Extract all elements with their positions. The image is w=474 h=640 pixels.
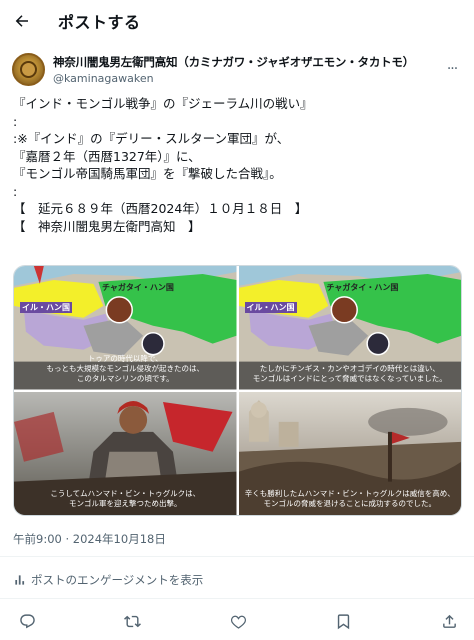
tweet-line: : [13,183,18,199]
more-button[interactable]: ··· [442,61,462,77]
tweet-line: 『インド・モンゴル戦争』の『ジェーラム川の戦い』 [13,96,313,111]
media-grid: チャガタイ・ハン国 イル・ハン国 トゥアの時代以降で、 もっとも大規模なモンゴル… [13,265,462,516]
media-image-2[interactable]: チャガタイ・ハン国 イル・ハン国 たしかにチンギス・カンやオゴデイの時代とは違い… [238,266,461,390]
timestamp[interactable]: 午前9:00 · 2024年10月18日 [13,531,166,547]
bookmark-button[interactable] [333,610,355,632]
image-caption: トゥアの時代以降で、 もっとも大規模なモンゴル侵攻が起きたのは、 このタルマシリ… [46,353,205,383]
share-button[interactable] [438,610,460,632]
tweet-line: : [13,113,18,129]
like-button[interactable] [227,610,249,632]
tweet-line: 【 延元６８９年（西暦2024年）１０月１８日 】 [13,201,308,216]
repost-button[interactable] [122,610,144,632]
author-row: 神奈川闇鬼男左衛門高知（カミナガワ・ジャギオザエモン・タカトモ） @kamina… [12,51,462,87]
map-label-chagatai: チャガタイ・ハン国 [102,283,174,292]
author-handle[interactable]: @kaminagawaken [53,72,442,85]
analytics-icon [15,575,25,585]
author-display-name[interactable]: 神奈川闇鬼男左衛門高知（カミナガワ・ジャギオザエモン・タカトモ） [53,54,442,70]
share-icon [442,614,456,628]
map-label-ilkhan: イル・ハン国 [20,302,72,313]
bookmark-icon [337,613,350,629]
reply-icon [19,613,35,628]
tweet-line: 【 神奈川闇鬼男左衛門高知 】 [13,218,201,234]
tweet-line: 『嘉暦２年（西暦1327年）』に、 [13,148,201,164]
image-caption: 辛くも勝利したムハンマド・ビン・トゥグルクは威信を高め、 モンゴルの脅威を退ける… [244,489,455,508]
tweet-line: :※『インド』の『デリー・スルターン軍団』が、 [13,131,290,146]
map-label-ilkhan: イル・ハン国 [244,302,297,313]
divider [0,556,474,557]
image-caption: こうしてムハンマド・ビン・トゥグルクは、 モンゴル軍を迎え撃つため出撃。 [50,489,201,508]
media-image-4[interactable]: 辛くも勝利したムハンマド・ビン・トゥグルクは威信を高め、 モンゴルの脅威を退ける… [238,391,461,515]
like-icon [230,615,246,629]
top-bar: ポストする [0,0,474,42]
repost-icon [124,615,141,627]
avatar[interactable] [12,52,45,86]
action-bar [0,606,474,636]
engagement-label: ポストのエンゲージメントを表示 [31,573,204,587]
map-label-chagatai: チャガタイ・ハン国 [326,283,399,292]
back-button[interactable] [2,0,42,42]
divider [0,598,474,599]
back-arrow-icon [15,15,28,27]
reply-button[interactable] [16,610,38,632]
page-title: ポストする [58,13,141,32]
media-image-3[interactable]: こうしてムハンマド・ビン・トゥグルクは、 モンゴル軍を迎え撃つため出撃。 [14,391,237,515]
media-image-1[interactable]: チャガタイ・ハン国 イル・ハン国 トゥアの時代以降で、 もっとも大規模なモンゴル… [14,266,237,390]
tweet-line: 『モンゴル帝国騎馬軍団』を『撃破した合戦』。 [13,166,282,181]
tweet-text: 『インド・モンゴル戦争』の『ジェーラム川の戦い』 : :※『インド』の『デリー・… [13,95,463,235]
more-icon: ··· [446,61,458,77]
engagement-link[interactable]: ポストのエンゲージメントを表示 [13,572,203,588]
image-caption: たしかにチンギス・カンやオゴデイの時代とは違い、 モンゴルはインドにとって脅威で… [252,363,447,383]
